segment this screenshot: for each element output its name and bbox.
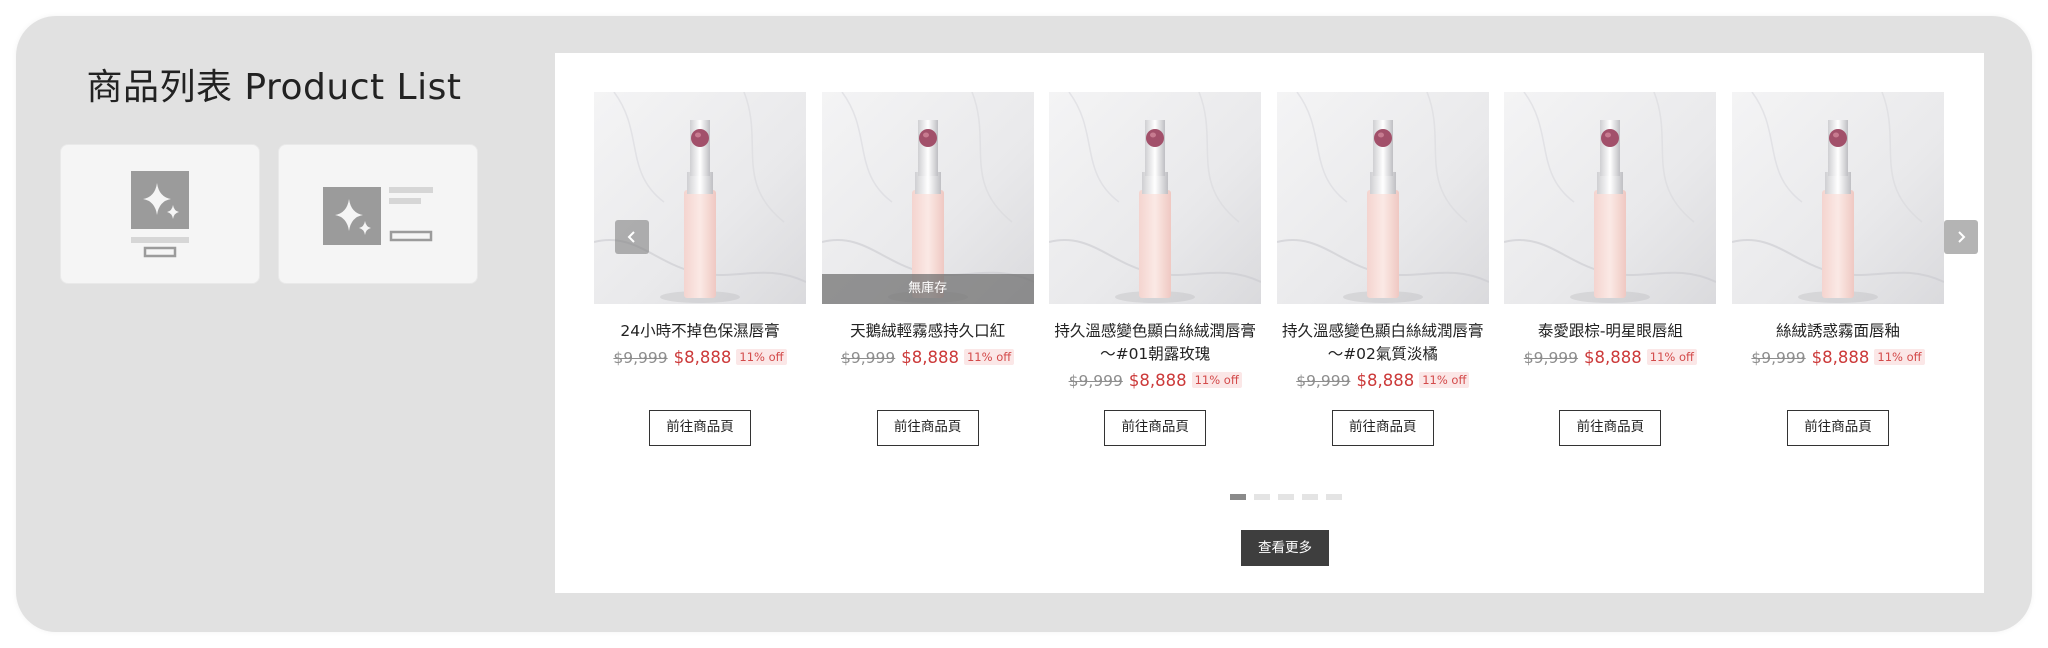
product-image[interactable]: 無庫存: [821, 92, 1034, 304]
discount-badge: 11% off: [736, 349, 787, 365]
carousel-dot[interactable]: [1278, 494, 1294, 500]
product-name-line: 持久溫感變色顯白絲絨潤唇膏: [1282, 322, 1484, 340]
product-name[interactable]: 天鵝絨輕霧感持久口紅: [822, 320, 1034, 343]
product-prices: $9,999 $8,888 11% off: [1277, 368, 1489, 393]
grid-layout-icon: [131, 171, 189, 258]
product-name-line: 天鵝絨輕霧感持久口紅: [850, 322, 1006, 340]
goto-product-button[interactable]: 前往商品頁: [1331, 410, 1434, 446]
carousel-dot[interactable]: [1230, 494, 1246, 500]
product-name[interactable]: 24小時不掉色保濕唇膏: [594, 320, 806, 343]
goto-product-button[interactable]: 前往商品頁: [1559, 410, 1662, 446]
grid-layout-option[interactable]: [60, 144, 260, 284]
view-more-button[interactable]: 查看更多: [1241, 530, 1329, 566]
product-prices: $9,999 $8,888 11% off: [1732, 345, 1944, 370]
product-prices: $9,999 $8,888 11% off: [594, 345, 806, 370]
sale-price: $8,888: [1128, 371, 1187, 390]
product-card[interactable]: 無庫存天鵝絨輕霧感持久口紅 $9,999 $8,888 11% off 前往商品頁: [821, 92, 1034, 446]
product-name[interactable]: 持久溫感變色顯白絲絨潤唇膏 ～#01朝露玫瑰: [1049, 320, 1261, 366]
product-name-line: ～#01朝露玫瑰: [1100, 345, 1211, 363]
discount-badge: 11% off: [1874, 349, 1925, 365]
page-frame: 商品列表 Product List 24小時不掉色保濕唇膏 $9,999 $8,88…: [16, 16, 2032, 632]
page-title: 商品列表 Product List: [86, 67, 462, 108]
carousel-dot[interactable]: [1302, 494, 1318, 500]
sale-price: $8,888: [1356, 371, 1415, 390]
sale-price: $8,888: [1584, 348, 1642, 367]
list-layout-icon: [323, 187, 433, 245]
product-image[interactable]: [1504, 92, 1717, 304]
goto-product-button[interactable]: 前往商品頁: [649, 410, 751, 446]
product-name[interactable]: 絲絨誘惑霧面唇釉: [1732, 320, 1944, 343]
discount-badge: 11% off: [1646, 349, 1697, 365]
product-carousel: 24小時不掉色保濕唇膏 $9,999 $8,888 11% off 前往商品頁 無庫存 天鵝…: [594, 92, 1944, 472]
product-card[interactable]: 泰愛跟棕-明星眼唇組 $9,999 $8,888 11% off 前往商品頁: [1504, 92, 1717, 446]
original-price: $9,999: [1068, 372, 1123, 390]
product-card[interactable]: 持久溫感變色顯白絲絨潤唇膏 ～#02氣質淡橘 $9,999 $8,888 11% off…: [1276, 92, 1489, 446]
discount-badge: 11% off: [963, 349, 1015, 365]
product-name-line: 泰愛跟棕-明星眼唇組: [1537, 322, 1683, 340]
original-price: $9,999: [613, 349, 668, 367]
product-name-line: ～#02氣質淡橘: [1327, 345, 1438, 363]
product-list-panel: 24小時不掉色保濕唇膏 $9,999 $8,888 11% off 前往商品頁 無庫存 天鵝…: [555, 53, 1984, 593]
discount-badge: 11% off: [1191, 372, 1242, 388]
product-card[interactable]: 持久溫感變色顯白絲絨潤唇膏 ～#01朝露玫瑰 $9,999 $8,888 11% off…: [1049, 92, 1262, 446]
goto-product-button[interactable]: 前往商品頁: [1104, 410, 1207, 446]
goto-product-button[interactable]: 前往商品頁: [1787, 410, 1889, 446]
product-image[interactable]: [1732, 92, 1944, 304]
carousel-prev-button[interactable]: [615, 220, 649, 254]
sale-price: $8,888: [901, 348, 959, 367]
product-name[interactable]: 持久溫感變色顯白絲絨潤唇膏 ～#02氣質淡橘: [1277, 320, 1489, 366]
chevron-right-icon: [1958, 231, 1966, 243]
original-price: $9,999: [841, 349, 896, 367]
discount-badge: 11% off: [1419, 372, 1470, 388]
product-name-line: 持久溫感變色顯白絲絨潤唇膏: [1054, 322, 1256, 340]
product-prices: $9,999 $8,888 11% off: [1504, 345, 1716, 370]
carousel-dot[interactable]: [1326, 494, 1342, 500]
chevron-left-icon: [627, 231, 635, 243]
carousel-next-button[interactable]: [1944, 220, 1978, 254]
product-name[interactable]: 泰愛跟棕-明星眼唇組: [1504, 320, 1716, 343]
product-image[interactable]: [1276, 92, 1489, 304]
product-card[interactable]: 絲絨誘惑霧面唇釉 $9,999 $8,888 11% off 前往商品頁: [1732, 92, 1944, 446]
product-image[interactable]: [1049, 92, 1262, 304]
original-price: $9,999: [1523, 349, 1579, 367]
sale-price: $8,888: [1811, 348, 1870, 367]
original-price: $9,999: [1296, 372, 1351, 390]
original-price: $9,999: [1751, 349, 1806, 367]
carousel-dot[interactable]: [1254, 494, 1270, 500]
list-layout-option[interactable]: [278, 144, 478, 284]
goto-product-button[interactable]: 前往商品頁: [876, 410, 979, 446]
product-prices: $9,999 $8,888 11% off: [822, 345, 1034, 370]
sale-price: $8,888: [673, 348, 732, 367]
product-name-line: 絲絨誘惑霧面唇釉: [1775, 322, 1900, 340]
product-name-line: 24小時不掉色保濕唇膏: [620, 322, 780, 340]
out-of-stock-label: 無庫存: [821, 274, 1034, 304]
product-prices: $9,999 $8,888 11% off: [1049, 368, 1261, 393]
product-image[interactable]: [594, 92, 806, 304]
